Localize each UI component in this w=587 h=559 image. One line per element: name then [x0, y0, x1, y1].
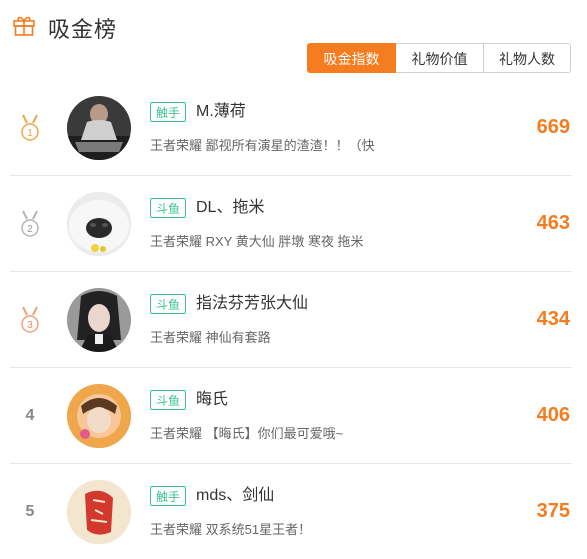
tab-gift-value[interactable]: 礼物价值 [396, 43, 484, 73]
avatar[interactable] [67, 96, 131, 160]
list-item[interactable]: 1 触手 M.薄荷 王者荣耀 鄙视所有演星的渣渣！！（快 669 [10, 80, 572, 176]
svg-text:1: 1 [27, 128, 33, 139]
bronze-medal-icon: 3 [21, 306, 39, 333]
ranking-list: 1 触手 M.薄荷 王者荣耀 鄙视所有演星的渣渣！！（快 669 2 斗鱼 DL… [10, 80, 572, 559]
streamer-name[interactable]: M.薄荷 [196, 102, 246, 122]
silver-medal-icon: 2 [21, 210, 39, 237]
list-item[interactable]: 3 斗鱼 指法芬芳张大仙 王者荣耀 神仙有套路 434 [10, 272, 572, 368]
rank-number: 5 [25, 503, 35, 520]
rank-medal: 2 [18, 209, 42, 239]
rank-medal: 3 [18, 305, 42, 335]
platform-badge: 斗鱼 [150, 390, 187, 410]
rank-number: 4 [25, 407, 35, 424]
svg-text:3: 3 [27, 320, 33, 331]
streamer-name[interactable]: 指法芬芳张大仙 [196, 294, 308, 314]
stream-description: 王者荣耀 鄙视所有演星的渣渣！！（快 [150, 138, 375, 153]
stream-description: 王者荣耀 RXY 黄大仙 胖墩 寒夜 拖米 [150, 234, 364, 249]
tab-income-index[interactable]: 吸金指数 [307, 43, 396, 73]
platform-badge: 斗鱼 [150, 294, 187, 314]
rank-medal: 1 [18, 113, 42, 143]
score: 406 [536, 404, 570, 426]
svg-text:2: 2 [27, 224, 33, 235]
gold-medal-icon: 1 [21, 114, 39, 141]
platform-badge: 触手 [150, 102, 187, 122]
header: 吸金榜 [10, 8, 577, 44]
avatar[interactable] [67, 384, 131, 448]
score: 375 [536, 500, 570, 522]
stream-description: 王者荣耀 双系统51星王者！ [150, 522, 312, 537]
avatar[interactable] [67, 480, 131, 544]
score: 434 [536, 308, 570, 330]
gift-icon [13, 16, 35, 36]
avatar[interactable] [67, 192, 131, 256]
streamer-name[interactable]: mds、剑仙 [196, 486, 274, 506]
platform-badge: 斗鱼 [150, 198, 187, 218]
stream-description: 王者荣耀 【晦氏】你们最可爱哦~ [150, 426, 344, 441]
platform-badge: 触手 [150, 486, 187, 506]
list-item[interactable]: 4 斗鱼 晦氏 王者荣耀 【晦氏】你们最可爱哦~ 406 [10, 368, 572, 464]
page-title: 吸金榜 [48, 17, 118, 42]
streamer-name[interactable]: DL、拖米 [196, 198, 264, 218]
tab-gift-count[interactable]: 礼物人数 [484, 43, 571, 73]
tab-bar: 吸金指数 礼物价值 礼物人数 [307, 43, 571, 73]
score: 463 [536, 212, 570, 234]
stream-description: 王者荣耀 神仙有套路 [150, 330, 271, 345]
streamer-name[interactable]: 晦氏 [196, 390, 228, 410]
avatar[interactable] [67, 288, 131, 352]
score: 669 [536, 116, 570, 138]
list-item[interactable]: 2 斗鱼 DL、拖米 王者荣耀 RXY 黄大仙 胖墩 寒夜 拖米 463 [10, 176, 572, 272]
list-item[interactable]: 5 触手 mds、剑仙 王者荣耀 双系统51星王者！ 375 [10, 464, 572, 559]
